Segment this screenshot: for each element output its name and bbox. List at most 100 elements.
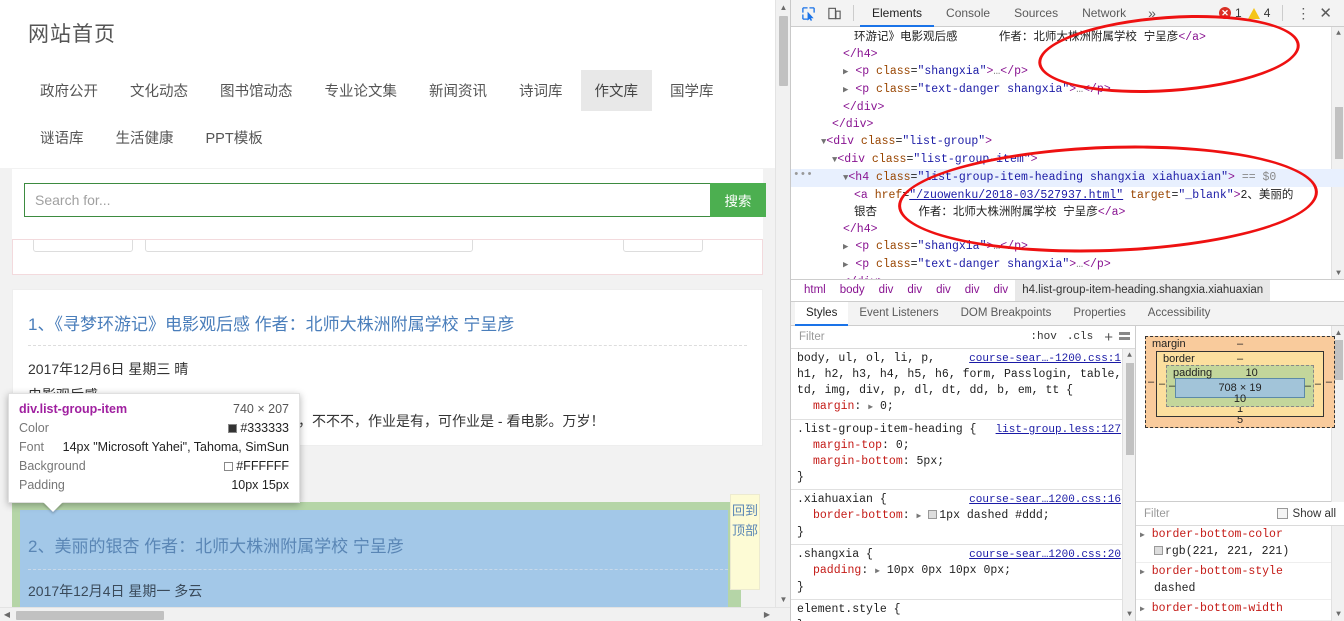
- sidebar-tab-dom-breakpoints[interactable]: DOM Breakpoints: [950, 302, 1063, 326]
- sidebar-tab-styles[interactable]: Styles: [795, 301, 849, 326]
- breadcrumb-item-1[interactable]: body: [833, 280, 872, 301]
- highlighted-list-item[interactable]: 2、美丽的银杏 作者：北师大株洲附属学校 宁呈彦 2017年12月4日 星期一 …: [12, 502, 741, 607]
- styles-filter-input[interactable]: Filter: [799, 331, 1025, 343]
- show-all-toggle[interactable]: Show all: [1276, 508, 1336, 520]
- cls-button[interactable]: .cls: [1062, 331, 1098, 343]
- page-horizontal-scrollbar[interactable]: ◀ ▶: [0, 607, 790, 621]
- dom-node[interactable]: ▶ <p class="shangxia">…</p>: [791, 63, 1344, 81]
- expand-arrow-icon[interactable]: ▶: [868, 403, 873, 412]
- nav-item-0[interactable]: 政府公开: [26, 70, 112, 111]
- css-selector[interactable]: .xiahuaxian {: [797, 493, 887, 506]
- css-declaration[interactable]: border-bottom: ▶ 1px dashed #ddd;: [797, 508, 1135, 525]
- css-rule[interactable]: element.style {}: [791, 600, 1135, 621]
- nav-item-5[interactable]: 诗词库: [505, 70, 577, 111]
- error-badge[interactable]: ✕ 1: [1219, 6, 1242, 20]
- computed-properties-list[interactable]: ▶ border-bottom-color rgb(221, 221, 221) ▶…: [1136, 526, 1344, 621]
- padding-top-value[interactable]: 10: [1246, 367, 1258, 379]
- css-source-link[interactable]: list-group.less:127: [996, 422, 1121, 438]
- filter-field-3[interactable]: [623, 240, 703, 252]
- computed-filter-input[interactable]: Filter: [1144, 508, 1277, 520]
- tab-sources[interactable]: Sources: [1002, 0, 1070, 27]
- box-model-padding[interactable]: padding 10 – – 10 708 × 19: [1166, 365, 1314, 407]
- dom-node[interactable]: ▶ <p class="shangxia">…</p>: [791, 238, 1344, 256]
- search-input[interactable]: [24, 183, 710, 217]
- dom-node[interactable]: <a href="/zuowenku/2018-03/527937.html" …: [791, 187, 1344, 204]
- breadcrumb-item-0[interactable]: html: [797, 280, 833, 301]
- sidebar-tab-event-listeners[interactable]: Event Listeners: [848, 302, 949, 326]
- nav-item-4[interactable]: 新闻资讯: [415, 70, 501, 111]
- dom-node[interactable]: 银杏 作者：北师大株洲附属学校 宁呈彦</a>: [791, 204, 1344, 221]
- dom-node[interactable]: </div>: [791, 99, 1344, 116]
- expand-arrow-icon[interactable]: ▶: [1140, 605, 1145, 614]
- dom-tree[interactable]: ▲ ▼ 环游记》电影观后感 作者：北师大株洲附属学校 宁呈彦</a> </h4> ▶…: [791, 27, 1344, 280]
- color-swatch-icon[interactable]: [928, 510, 938, 519]
- dom-node[interactable]: </h4>: [791, 221, 1344, 238]
- nav-item-secondary-0[interactable]: 谜语库: [26, 117, 98, 158]
- computed-scroll-down-icon[interactable]: ▼: [1332, 608, 1344, 621]
- sidebar-tab-accessibility[interactable]: Accessibility: [1137, 302, 1222, 326]
- nav-item-6[interactable]: 作文库: [580, 70, 652, 111]
- box-model-border[interactable]: border – – – 1 padding 10 – – 10 708 × 1…: [1156, 351, 1324, 417]
- css-scroll-up-icon[interactable]: ▲: [1123, 349, 1135, 362]
- tab-network[interactable]: Network: [1070, 0, 1138, 27]
- tab-console[interactable]: Console: [934, 0, 1002, 27]
- horizontal-scroll-thumb[interactable]: [16, 611, 164, 620]
- computed-property[interactable]: ▶ border-bottom-width: [1136, 600, 1344, 621]
- article-link[interactable]: 1、《寻梦环游记》电影观后感 作者：北师大株洲附属学校 宁呈彦: [28, 315, 514, 334]
- margin-right-value[interactable]: –: [1326, 376, 1332, 388]
- dom-node[interactable]: </div>: [791, 274, 1344, 279]
- new-style-rule-button[interactable]: +: [1098, 329, 1117, 346]
- computed-property[interactable]: ▶ border-bottom-style dashed: [1136, 563, 1344, 600]
- box-model-margin[interactable]: margin – – – 5 border – – – 1 padding 10…: [1145, 336, 1335, 428]
- css-rules-list[interactable]: body, ul, ol, li, p, h1, h2, h3, h4, h5, …: [791, 349, 1135, 621]
- computed-property[interactable]: ▶ border-bottom-color rgb(221, 221, 221): [1136, 526, 1344, 563]
- dom-node-selected[interactable]: ••• ▼<h4 class="list-group-item-heading s…: [791, 169, 1344, 187]
- padding-right-value[interactable]: –: [1305, 380, 1311, 392]
- boxmodel-scroll-thumb[interactable]: [1335, 340, 1343, 380]
- margin-left-value[interactable]: –: [1148, 376, 1154, 388]
- close-devtools-icon[interactable]: ✕: [1317, 4, 1340, 22]
- dom-node[interactable]: ▶ <p class="text-danger shangxia">…</p>: [791, 81, 1344, 99]
- nav-item-secondary-2[interactable]: PPT模板: [192, 117, 277, 158]
- css-source-link[interactable]: course-sear…1200.css:16: [969, 492, 1121, 508]
- scroll-right-arrow-icon[interactable]: ▶: [760, 608, 774, 621]
- css-declaration[interactable]: margin-bottom: 5px;: [797, 454, 1135, 470]
- css-scroll-down-icon[interactable]: ▼: [1123, 608, 1135, 621]
- dom-node[interactable]: ▶ <p class="text-danger shangxia">…</p>: [791, 256, 1344, 274]
- scroll-down-arrow-icon[interactable]: ▼: [776, 592, 790, 607]
- border-right-value[interactable]: –: [1315, 378, 1321, 390]
- breadcrumb-item-3[interactable]: div: [900, 280, 929, 301]
- computed-toggle-icon[interactable]: [1119, 332, 1130, 342]
- css-source-link[interactable]: course-sear…1200.css:20: [969, 547, 1121, 563]
- css-rule[interactable]: body, ul, ol, li, p, h1, h2, h3, h4, h5, …: [791, 349, 1135, 420]
- filter-field-2[interactable]: [145, 240, 473, 252]
- nav-item-7[interactable]: 国学库: [656, 70, 728, 111]
- expand-arrow-icon[interactable]: ▶: [917, 512, 922, 521]
- dom-node[interactable]: ▼<div class="list-group-item">: [791, 151, 1344, 169]
- breadcrumb-item-4[interactable]: div: [929, 280, 958, 301]
- nav-item-secondary-1[interactable]: 生活健康: [102, 117, 188, 158]
- more-tabs-icon[interactable]: »: [1138, 5, 1166, 21]
- expand-arrow-icon[interactable]: ▶: [1140, 531, 1145, 540]
- dom-node-badge[interactable]: •••: [793, 167, 813, 184]
- dom-node[interactable]: ▼<div class="list-group">: [791, 133, 1344, 151]
- nav-item-1[interactable]: 文化动态: [116, 70, 202, 111]
- breadcrumb-item-2[interactable]: div: [872, 280, 901, 301]
- dom-node[interactable]: 环游记》电影观后感 作者：北师大株洲附属学校 宁呈彦</a>: [791, 29, 1344, 46]
- css-selector[interactable]: .list-group-item-heading {: [797, 423, 976, 436]
- filter-field-1[interactable]: [33, 240, 133, 252]
- css-declaration[interactable]: margin-top: 0;: [797, 438, 1135, 454]
- margin-top-value[interactable]: –: [1237, 338, 1243, 350]
- css-selector[interactable]: element.style {: [797, 603, 901, 616]
- page-vertical-scrollbar[interactable]: ▲ ▼: [775, 0, 790, 607]
- device-toolbar-icon[interactable]: [821, 1, 847, 25]
- back-to-top-button[interactable]: 回到顶部: [730, 494, 760, 590]
- css-rule[interactable]: .list-group-item-heading { list-group.les…: [791, 420, 1135, 490]
- show-all-checkbox[interactable]: [1276, 508, 1288, 519]
- dom-node[interactable]: </h4>: [791, 46, 1344, 63]
- breadcrumb-item-6[interactable]: div: [986, 280, 1015, 301]
- css-declaration[interactable]: padding: ▶ 10px 0px 10px 0px;: [797, 563, 1135, 580]
- scroll-left-arrow-icon[interactable]: ◀: [0, 608, 14, 621]
- nav-item-2[interactable]: 图书馆动态: [206, 70, 307, 111]
- sidebar-tab-properties[interactable]: Properties: [1062, 302, 1136, 326]
